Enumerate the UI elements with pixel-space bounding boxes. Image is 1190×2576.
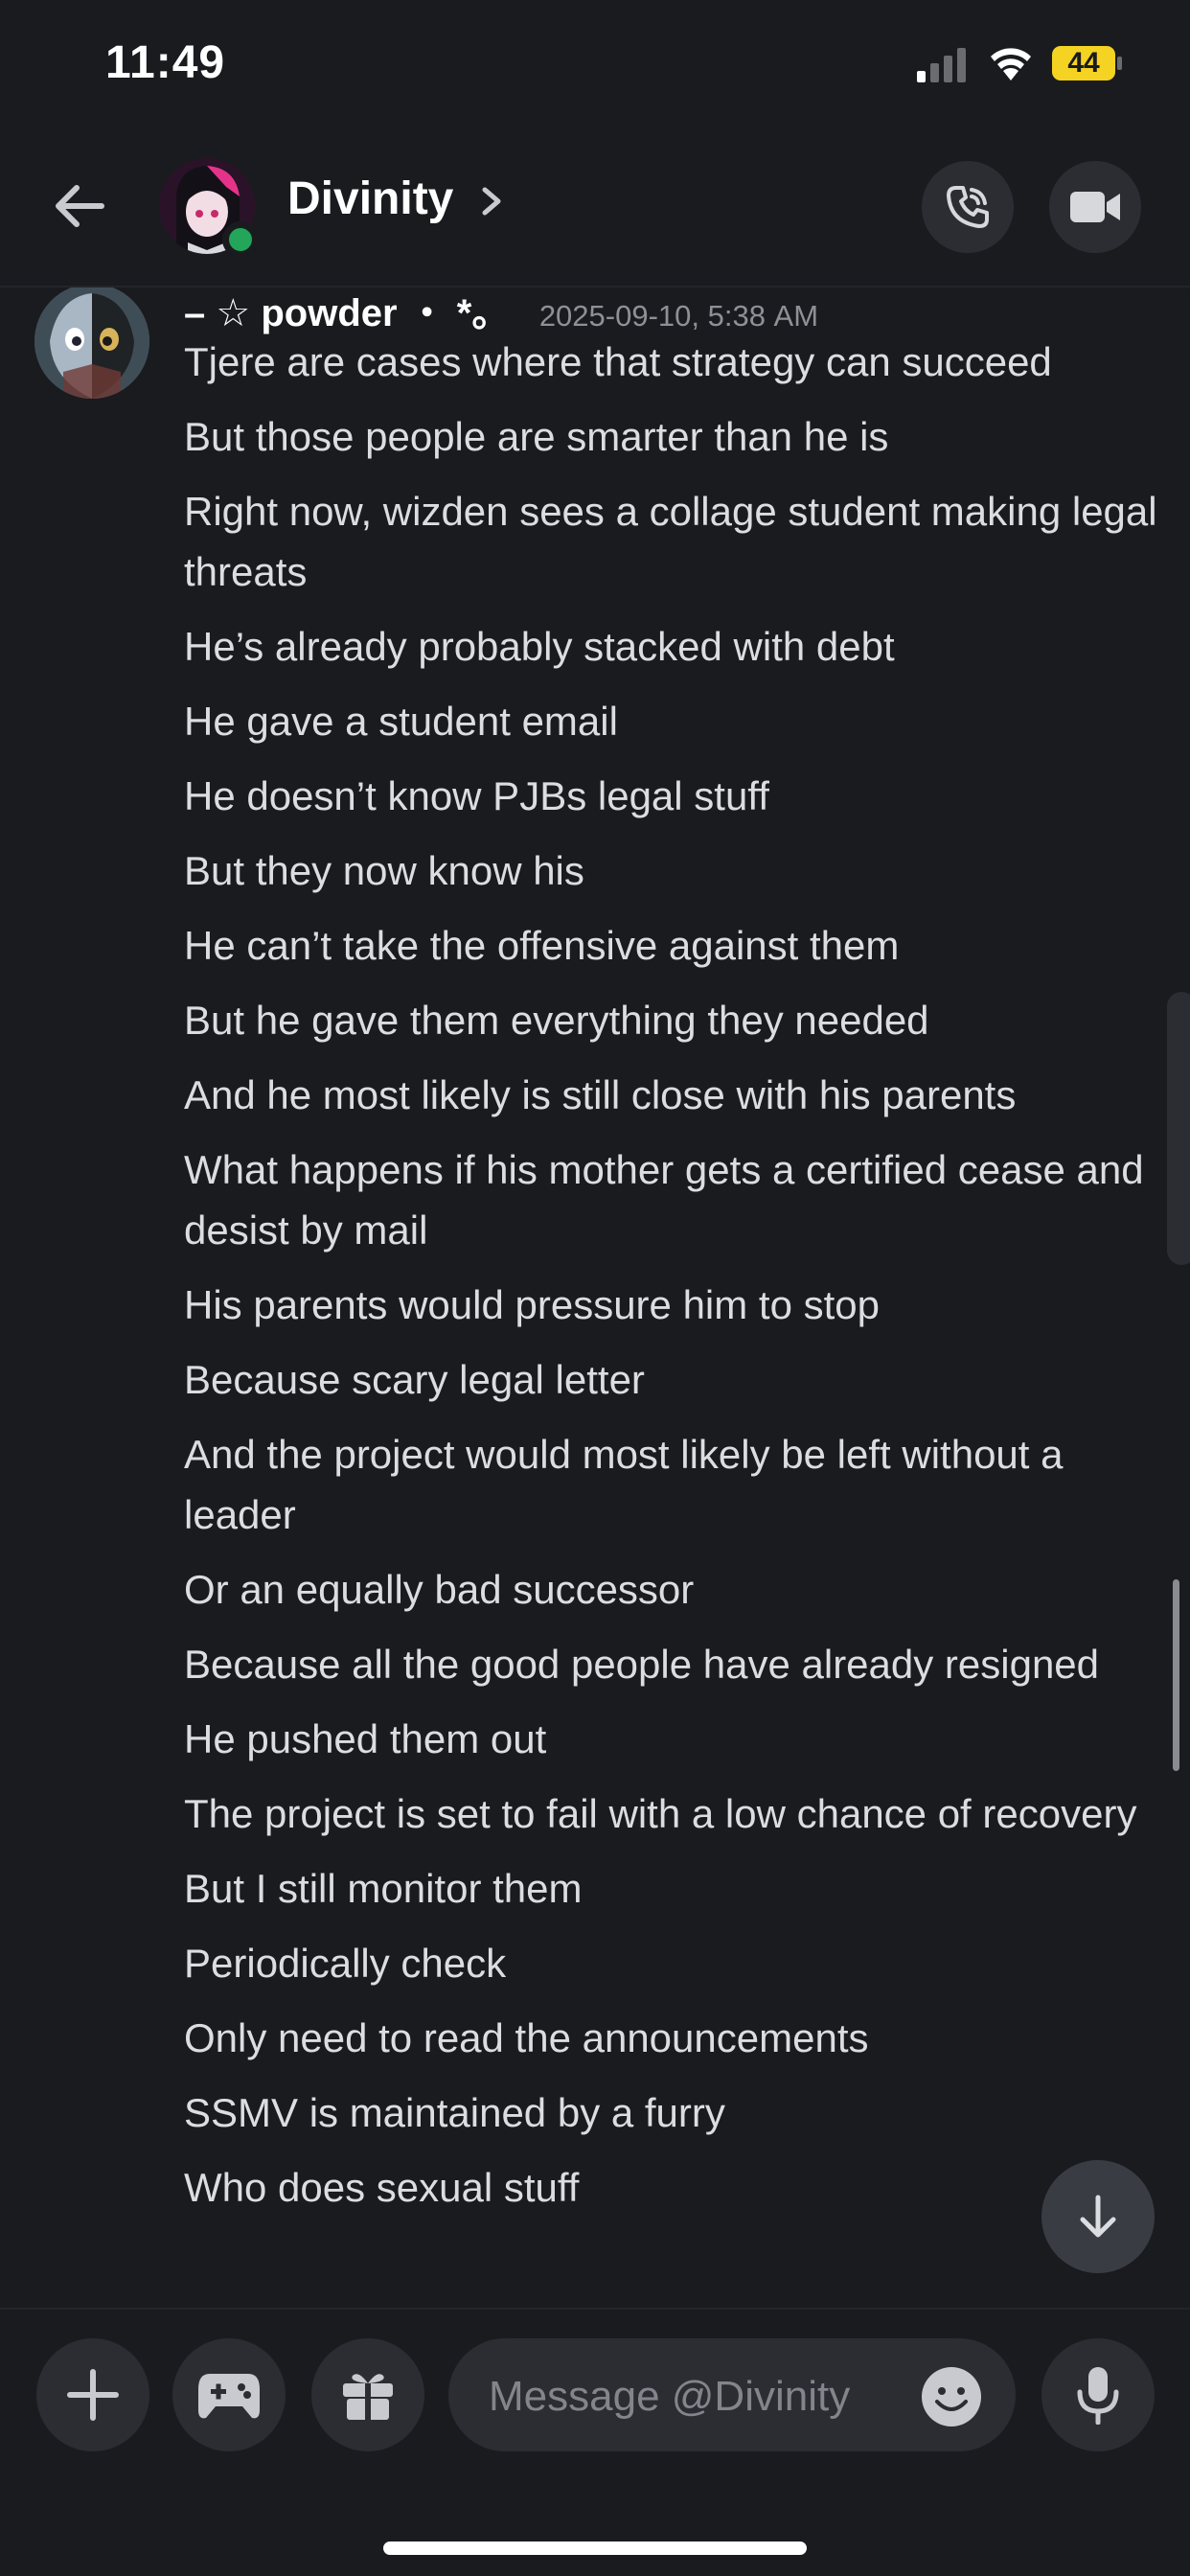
jump-to-present-button[interactable] — [1041, 2160, 1155, 2273]
message-header: – ☆ powder ・ *。 2025-09-10, 5:38 AM — [184, 288, 819, 334]
voice-call-button[interactable] — [922, 161, 1014, 253]
message-line[interactable]: Who does sexual stuff — [184, 2157, 1161, 2218]
message-line[interactable]: Only need to read the announcements — [184, 2008, 1161, 2068]
message-line[interactable]: He’s already probably stacked with debt — [184, 616, 1161, 677]
video-camera-icon — [1070, 192, 1120, 222]
battery-icon: 44 — [1051, 44, 1124, 82]
message-line[interactable]: SSMV is maintained by a furry — [184, 2082, 1161, 2143]
message-line[interactable]: What happens if his mother gets a certif… — [184, 1139, 1161, 1260]
back-button[interactable] — [48, 174, 111, 238]
dm-avatar[interactable] — [159, 158, 259, 258]
message-line[interactable]: But they now know his — [184, 840, 1161, 901]
message-author[interactable]: – ☆ powder ・ *。 — [184, 292, 510, 334]
message-line[interactable]: And the project would most likely be lef… — [184, 1424, 1161, 1545]
message-line[interactable]: And he most likely is still close with h… — [184, 1065, 1161, 1125]
furry-character-avatar-image — [34, 288, 149, 399]
message-line[interactable]: He doesn’t know PJBs legal stuff — [184, 766, 1161, 826]
voice-message-button[interactable] — [1041, 2338, 1155, 2451]
message-line[interactable]: He can’t take the offensive against them — [184, 915, 1161, 976]
arrow-left-icon — [56, 185, 104, 227]
message-input[interactable]: Message @Divinity — [448, 2338, 1016, 2451]
chevron-right-icon[interactable] — [477, 182, 506, 220]
online-status-indicator — [222, 221, 259, 258]
add-attachment-button[interactable] — [36, 2338, 149, 2451]
message-timestamp: 2025-09-10, 5:38 AM — [538, 299, 819, 333]
scrollbar-thumb[interactable] — [1173, 1579, 1179, 1771]
arrow-down-icon — [1080, 2195, 1116, 2238]
emoji-icon[interactable] — [920, 2365, 983, 2428]
phone-call-icon — [947, 186, 989, 228]
status-time: 11:49 — [105, 37, 226, 88]
message-line[interactable]: Or an equally bad successor — [184, 1559, 1161, 1620]
message-input-placeholder: Message @Divinity — [489, 2373, 851, 2420]
gift-icon — [343, 2374, 393, 2420]
message-line[interactable]: Periodically check — [184, 1933, 1161, 1993]
message-group: Tjere are cases where that strategy can … — [184, 332, 1161, 2232]
side-drawer-handle[interactable] — [1167, 992, 1190, 1265]
home-indicator — [383, 2542, 807, 2555]
dm-title[interactable]: Divinity — [287, 172, 453, 225]
microphone-icon — [1077, 2367, 1119, 2425]
message-line[interactable]: But those people are smarter than he is — [184, 406, 1161, 467]
wifi-icon — [991, 48, 1031, 80]
status-bar: 11:49 44 — [0, 0, 1190, 134]
message-list[interactable]: – ☆ powder ・ *。 2025-09-10, 5:38 AM Tjer… — [0, 288, 1190, 2308]
message-line[interactable]: But I still monitor them — [184, 1858, 1161, 1919]
message-author-avatar[interactable] — [34, 288, 149, 399]
dm-header: Divinity — [0, 134, 1190, 288]
message-line[interactable]: His parents would pressure him to stop — [184, 1275, 1161, 1335]
battery-level: 44 — [1067, 47, 1100, 79]
message-line[interactable]: He pushed them out — [184, 1709, 1161, 1769]
cellular-signal-icon — [917, 48, 966, 82]
message-line[interactable]: But he gave them everything they needed — [184, 990, 1161, 1050]
gift-nitro-button[interactable] — [311, 2338, 424, 2451]
activities-button[interactable] — [172, 2338, 286, 2451]
message-line[interactable]: Because all the good people have already… — [184, 1634, 1161, 1694]
message-line[interactable]: The project is set to fail with a low ch… — [184, 1783, 1161, 1844]
message-composer: Message @Divinity — [0, 2308, 1190, 2576]
message-line[interactable]: Tjere are cases where that strategy can … — [184, 332, 1161, 392]
message-line[interactable]: Right now, wizden sees a collage student… — [184, 481, 1161, 602]
plus-icon — [67, 2369, 119, 2421]
message-line[interactable]: He gave a student email — [184, 691, 1161, 751]
gamepad-icon — [198, 2374, 260, 2419]
message-line[interactable]: Because scary legal letter — [184, 1349, 1161, 1410]
video-call-button[interactable] — [1049, 161, 1141, 253]
